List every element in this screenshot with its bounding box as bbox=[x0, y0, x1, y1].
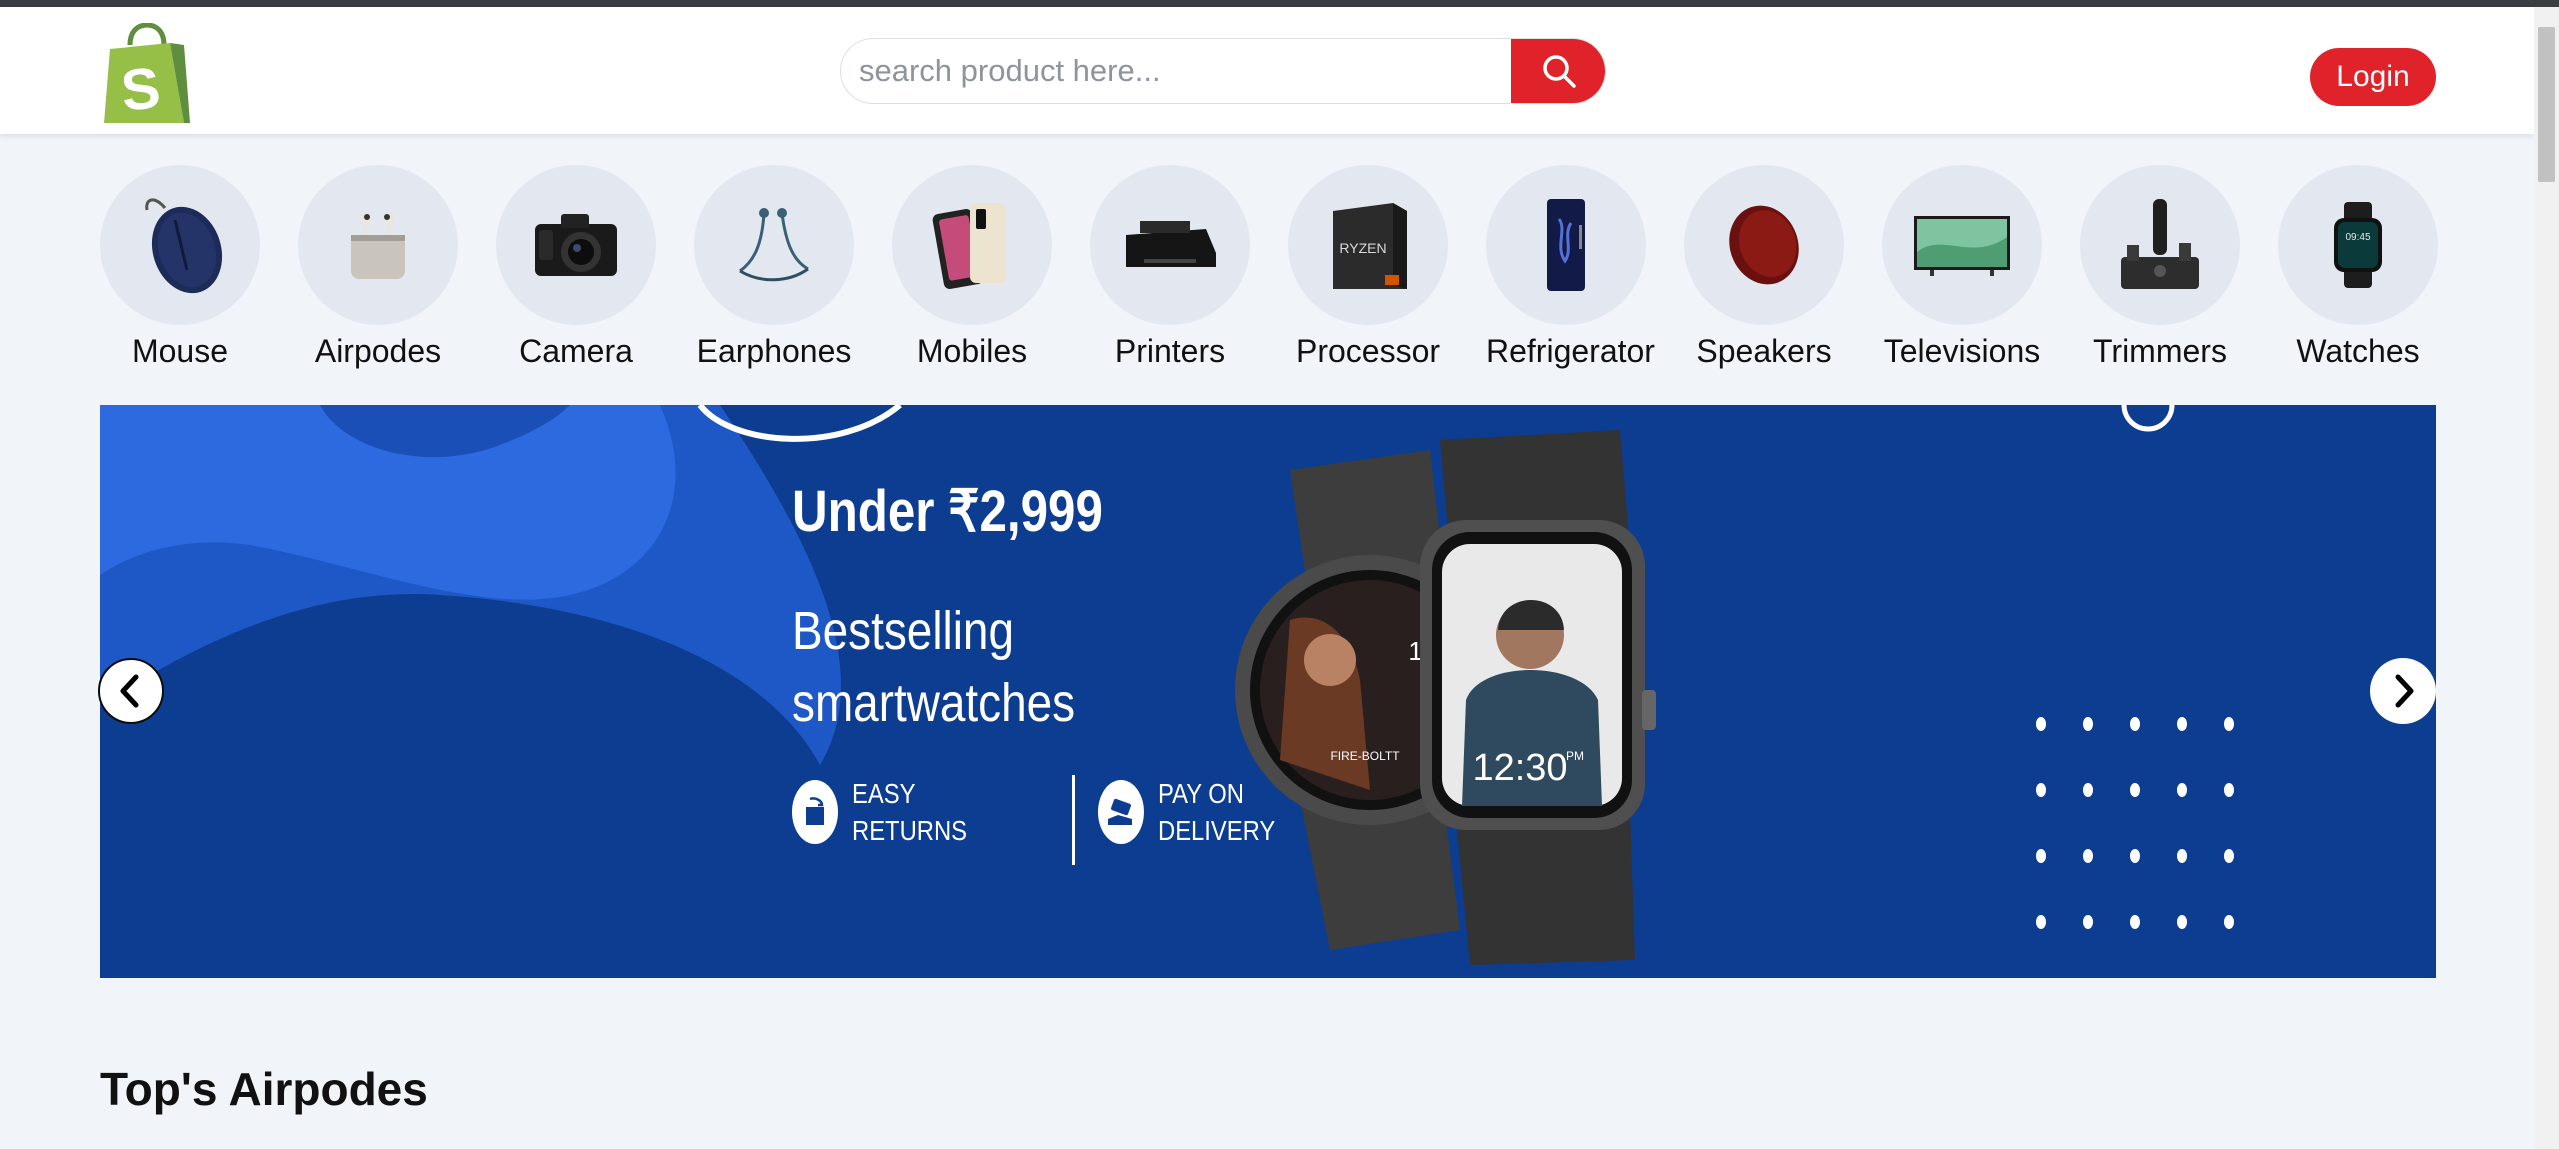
category-refrigerator[interactable]: Refrigerator bbox=[1486, 165, 1655, 375]
category-label: Processor bbox=[1295, 333, 1441, 369]
category-label: Camera bbox=[519, 333, 633, 369]
cash-hand-icon bbox=[1098, 780, 1144, 844]
feature-easy-returns: EASY RETURNS bbox=[792, 775, 992, 849]
banner-subheadline: Bestselling smartwatches bbox=[792, 601, 1076, 733]
category-label: Mouse bbox=[131, 333, 229, 369]
carousel-next-button[interactable] bbox=[2370, 658, 2436, 724]
search-icon bbox=[1542, 55, 1576, 88]
svg-text:RYZEN: RYZEN bbox=[1339, 240, 1386, 256]
page-scrollbar[interactable] bbox=[2534, 7, 2559, 1149]
category-label: Earphones bbox=[696, 333, 852, 369]
search-box bbox=[840, 38, 1606, 104]
carousel-prev-button[interactable] bbox=[98, 658, 164, 724]
camera-icon bbox=[535, 214, 617, 276]
promo-banner[interactable]: Under ₹2,999 Bestselling smartwatches EA… bbox=[100, 405, 2436, 978]
shopify-bag-icon[interactable]: S bbox=[100, 22, 194, 127]
decorative-dot-grid bbox=[2036, 717, 2236, 937]
watch-2-ampm: PM bbox=[1566, 749, 1584, 763]
category-watches[interactable]: 09:45 Watches bbox=[2278, 165, 2438, 375]
printer-icon bbox=[1126, 221, 1216, 267]
watch-brand: FIRE-BOLTT bbox=[1330, 749, 1400, 763]
search-input[interactable] bbox=[841, 39, 1513, 103]
scrollbar-thumb[interactable] bbox=[2538, 27, 2555, 182]
category-printers[interactable]: Printers bbox=[1090, 165, 1250, 375]
mobile-icon bbox=[932, 203, 1006, 289]
speaker-icon bbox=[1729, 205, 1799, 285]
feature-divider bbox=[1072, 775, 1075, 865]
category-label: Printers bbox=[1114, 333, 1226, 369]
watch-2-time: 12:30 bbox=[1472, 747, 1567, 789]
svg-text:09:45: 09:45 bbox=[2345, 232, 2370, 243]
watch-icon: 09:45 bbox=[2334, 202, 2382, 288]
svg-text:S: S bbox=[118, 55, 163, 124]
category-speakers[interactable]: Speakers bbox=[1684, 165, 1844, 375]
category-label: Televisions bbox=[1883, 333, 2041, 369]
category-label: Trimmers bbox=[2093, 333, 2227, 369]
box-return-icon bbox=[792, 780, 838, 844]
chevron-left-icon bbox=[120, 674, 139, 708]
category-mobiles[interactable]: Mobiles bbox=[892, 165, 1052, 375]
category-label: Mobiles bbox=[916, 333, 1028, 369]
smartwatch-image: 11:32 FIRE-BOLTT 12:30 PM bbox=[1235, 430, 1656, 965]
banner-headline: Under ₹2,999 bbox=[792, 479, 1103, 544]
category-televisions[interactable]: Televisions bbox=[1882, 165, 2042, 375]
earphones-icon bbox=[739, 208, 809, 282]
site-header: S Login bbox=[0, 7, 2534, 134]
processor-icon: RYZEN bbox=[1333, 203, 1407, 289]
refrigerator-icon bbox=[1547, 199, 1585, 291]
chevron-right-icon bbox=[2395, 674, 2414, 708]
browser-top-strip bbox=[0, 0, 2559, 7]
category-label: Refrigerator bbox=[1486, 333, 1655, 369]
airpods-icon bbox=[351, 212, 405, 279]
category-mouse[interactable]: Mouse bbox=[100, 165, 260, 375]
television-icon bbox=[1914, 216, 2010, 276]
category-list: Mouse Airpodes Camera Earphones Mobiles … bbox=[100, 165, 2438, 375]
trimmer-icon bbox=[2121, 199, 2199, 289]
category-airpodes[interactable]: Airpodes bbox=[298, 165, 458, 375]
category-processor[interactable]: RYZEN Processor bbox=[1288, 165, 1448, 375]
category-label: Watches bbox=[2296, 333, 2420, 369]
category-trimmers[interactable]: Trimmers bbox=[2080, 165, 2240, 375]
mouse-icon bbox=[145, 198, 223, 294]
section-title: Top's Airpodes bbox=[100, 1063, 428, 1115]
category-earphones[interactable]: Earphones bbox=[694, 165, 854, 375]
category-label: Speakers bbox=[1696, 333, 1832, 369]
login-button[interactable]: Login bbox=[2310, 48, 2436, 106]
feature-label: EASY RETURNS bbox=[852, 778, 968, 846]
category-label: Airpodes bbox=[314, 333, 442, 369]
search-button[interactable] bbox=[1511, 39, 1605, 103]
category-camera[interactable]: Camera bbox=[496, 165, 656, 375]
